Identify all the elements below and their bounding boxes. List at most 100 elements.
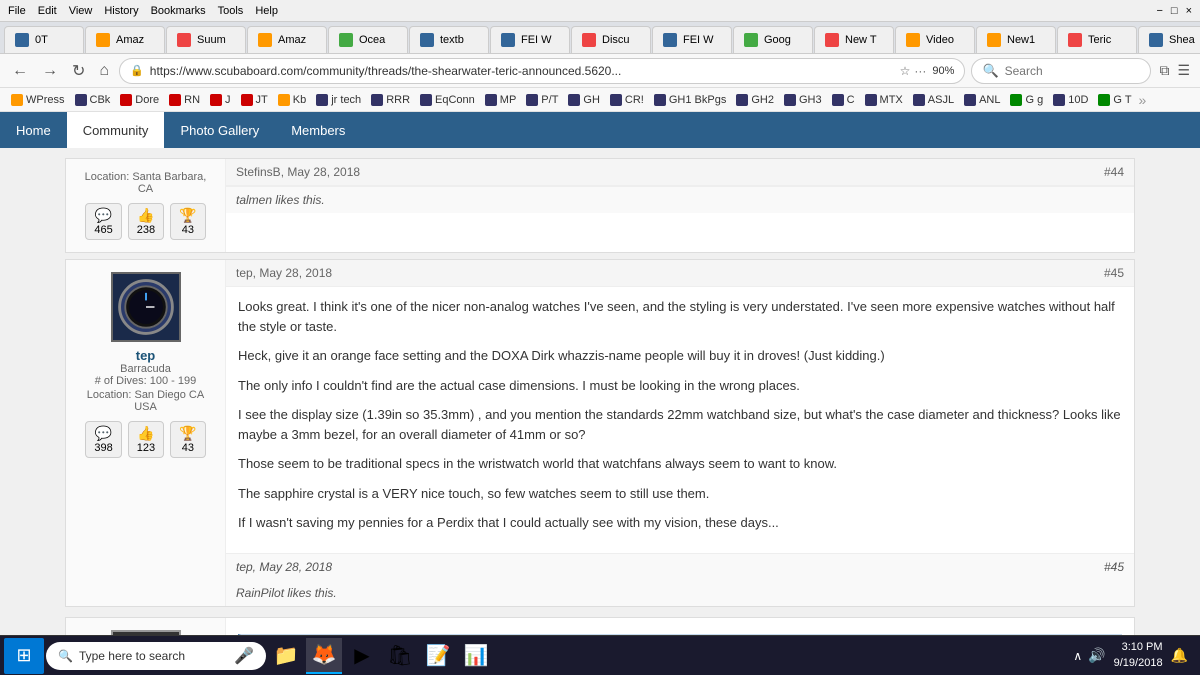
bookmark-icon-mtx: [865, 94, 877, 106]
bookmark-cr[interactable]: CR!: [607, 93, 647, 107]
extensions-icon[interactable]: ⧉: [1157, 60, 1171, 81]
tab-feiw2[interactable]: FEI W: [652, 26, 732, 53]
bookmark-wpress[interactable]: WPress: [8, 93, 68, 107]
tab-video[interactable]: Video: [895, 26, 975, 53]
bookmark-jrtech[interactable]: jr tech: [313, 93, 364, 107]
bookmark-jt[interactable]: JT: [238, 93, 271, 107]
tab-textb[interactable]: textb: [409, 26, 489, 53]
sitenav-members[interactable]: Members: [275, 112, 361, 148]
maximize-button[interactable]: □: [1171, 5, 1178, 17]
close-button[interactable]: ×: [1186, 5, 1192, 17]
taskbar-search-box[interactable]: 🔍 Type here to search 🎤: [46, 642, 266, 670]
bookmark-mtx[interactable]: MTX: [862, 93, 906, 107]
bookmark-gh1bkpgs[interactable]: GH1 BkPgs: [651, 93, 729, 107]
bookmark-eqconn[interactable]: EqConn: [417, 93, 478, 107]
post-45-location: Location: San Diego CA USA: [76, 389, 215, 413]
menu-tools[interactable]: Tools: [218, 5, 244, 17]
bookmark-label-j: J: [225, 94, 231, 106]
tab-ocea[interactable]: Ocea: [328, 26, 408, 53]
post-44-like-btn[interactable]: 👍 238: [128, 203, 164, 240]
tab-amaz2[interactable]: Amaz: [247, 26, 327, 53]
post-45-trophy-btn[interactable]: 🏆 43: [170, 421, 205, 458]
post-45-para3: The only info I couldn't find are the ac…: [238, 376, 1122, 396]
taskbar-overflow-icon[interactable]: ∧: [1073, 649, 1082, 663]
taskbar-file-explorer[interactable]: 📁: [268, 638, 304, 674]
sitenav-photogallery-label: Photo Gallery: [180, 123, 259, 138]
tab-new1[interactable]: New1: [976, 26, 1056, 53]
bookmark-kb[interactable]: Kb: [275, 93, 309, 107]
post-45-like-btn[interactable]: 👍 123: [128, 421, 164, 458]
minimize-button[interactable]: −: [1156, 5, 1162, 17]
post-44-actions: 💬 465 👍 238 🏆 43: [76, 203, 215, 240]
menu-view[interactable]: View: [69, 5, 93, 17]
bookmark-c[interactable]: C: [829, 93, 858, 107]
sitenav-home-label: Home: [16, 123, 51, 138]
bookmarks-overflow[interactable]: »: [1139, 92, 1147, 108]
post-45-content: Looks great. I think it's one of the nic…: [226, 287, 1134, 553]
reload-button[interactable]: ↻: [68, 59, 89, 83]
url-overflow-icon[interactable]: ···: [914, 64, 926, 78]
bookmark-rn[interactable]: RN: [166, 93, 203, 107]
tab-amaz1[interactable]: Amaz: [85, 26, 165, 53]
sitenav-community[interactable]: Community: [67, 112, 165, 148]
taskbar-media[interactable]: ▶: [344, 638, 380, 674]
search-icon: 🔍: [982, 63, 998, 79]
bookmark-icon-jrtech: [316, 94, 328, 106]
tab-favicon-ocea: [339, 33, 353, 47]
bookmark-rrr[interactable]: RRR: [368, 93, 413, 107]
post-44-trophy-btn[interactable]: 🏆 43: [170, 203, 205, 240]
bookmark-gg[interactable]: G g: [1007, 93, 1046, 107]
search-box[interactable]: 🔍: [971, 58, 1151, 84]
tab-feiw1[interactable]: FEI W: [490, 26, 570, 53]
sitenav-home[interactable]: Home: [0, 112, 67, 148]
url-bar[interactable]: 🔒 https://www.scubaboard.com/community/t…: [119, 58, 965, 84]
microphone-icon[interactable]: 🎤: [234, 646, 254, 666]
post-44-reply-btn[interactable]: 💬 465: [85, 203, 121, 240]
tab-shea[interactable]: Shea: [1138, 26, 1200, 53]
bookmark-star-icon[interactable]: ☆: [900, 64, 911, 78]
bookmark-gh3[interactable]: GH3: [781, 93, 825, 107]
menu-edit[interactable]: Edit: [38, 5, 57, 17]
bookmark-cbk[interactable]: CBk: [72, 93, 114, 107]
tab-discu[interactable]: Discu: [571, 26, 651, 53]
taskbar: ⊞ 🔍 Type here to search 🎤 📁 🦊 ▶ 🛍 📝 📊 ∧ …: [0, 635, 1200, 675]
bookmark-label-c: C: [847, 94, 855, 106]
post-45-dives: # of Dives: 100 - 199: [76, 375, 215, 387]
bookmark-dore[interactable]: Dore: [117, 93, 162, 107]
bookmark-gh[interactable]: GH: [565, 93, 603, 107]
search-input[interactable]: [1005, 64, 1141, 78]
taskbar-firefox[interactable]: 🦊: [306, 638, 342, 674]
tab-goog[interactable]: Goog: [733, 26, 813, 53]
menu-history[interactable]: History: [104, 5, 138, 17]
taskbar-app6[interactable]: 📊: [458, 638, 494, 674]
bookmark-pt[interactable]: P/T: [523, 93, 561, 107]
bookmark-10d[interactable]: 10D: [1050, 93, 1091, 107]
bookmark-gh2[interactable]: GH2: [733, 93, 777, 107]
forward-button[interactable]: →: [38, 60, 62, 82]
menu-bookmarks[interactable]: Bookmarks: [151, 5, 206, 17]
bookmark-icon-kb: [278, 94, 290, 106]
taskbar-speaker-icon[interactable]: 🔊: [1088, 647, 1105, 664]
menu-help[interactable]: Help: [255, 5, 278, 17]
bookmark-j[interactable]: J: [207, 93, 234, 107]
taskbar-store[interactable]: 🛍: [382, 638, 418, 674]
tab-0t[interactable]: 0T: [4, 26, 84, 53]
tab-newt[interactable]: New T: [814, 26, 894, 53]
bookmark-anl[interactable]: ANL: [961, 93, 1003, 107]
tab-suum[interactable]: Suum: [166, 26, 246, 53]
sitenav-photogallery[interactable]: Photo Gallery: [164, 112, 275, 148]
bookmark-mp[interactable]: MP: [482, 93, 520, 107]
menu-icon[interactable]: ☰: [1175, 60, 1192, 81]
sitenav-members-label: Members: [291, 123, 345, 138]
back-button[interactable]: ←: [8, 60, 32, 82]
taskbar-search-label: Type here to search: [79, 649, 185, 663]
bookmark-asjl[interactable]: ASJL: [910, 93, 957, 107]
bookmark-gt[interactable]: G T: [1095, 93, 1134, 107]
home-button[interactable]: ⌂: [95, 60, 113, 82]
taskbar-notification-icon[interactable]: 🔔: [1171, 647, 1188, 664]
taskbar-word[interactable]: 📝: [420, 638, 456, 674]
start-button[interactable]: ⊞: [4, 638, 44, 674]
tab-teric[interactable]: Teric: [1057, 26, 1137, 53]
post-45-reply-btn[interactable]: 💬 398: [85, 421, 121, 458]
menu-file[interactable]: File: [8, 5, 26, 17]
